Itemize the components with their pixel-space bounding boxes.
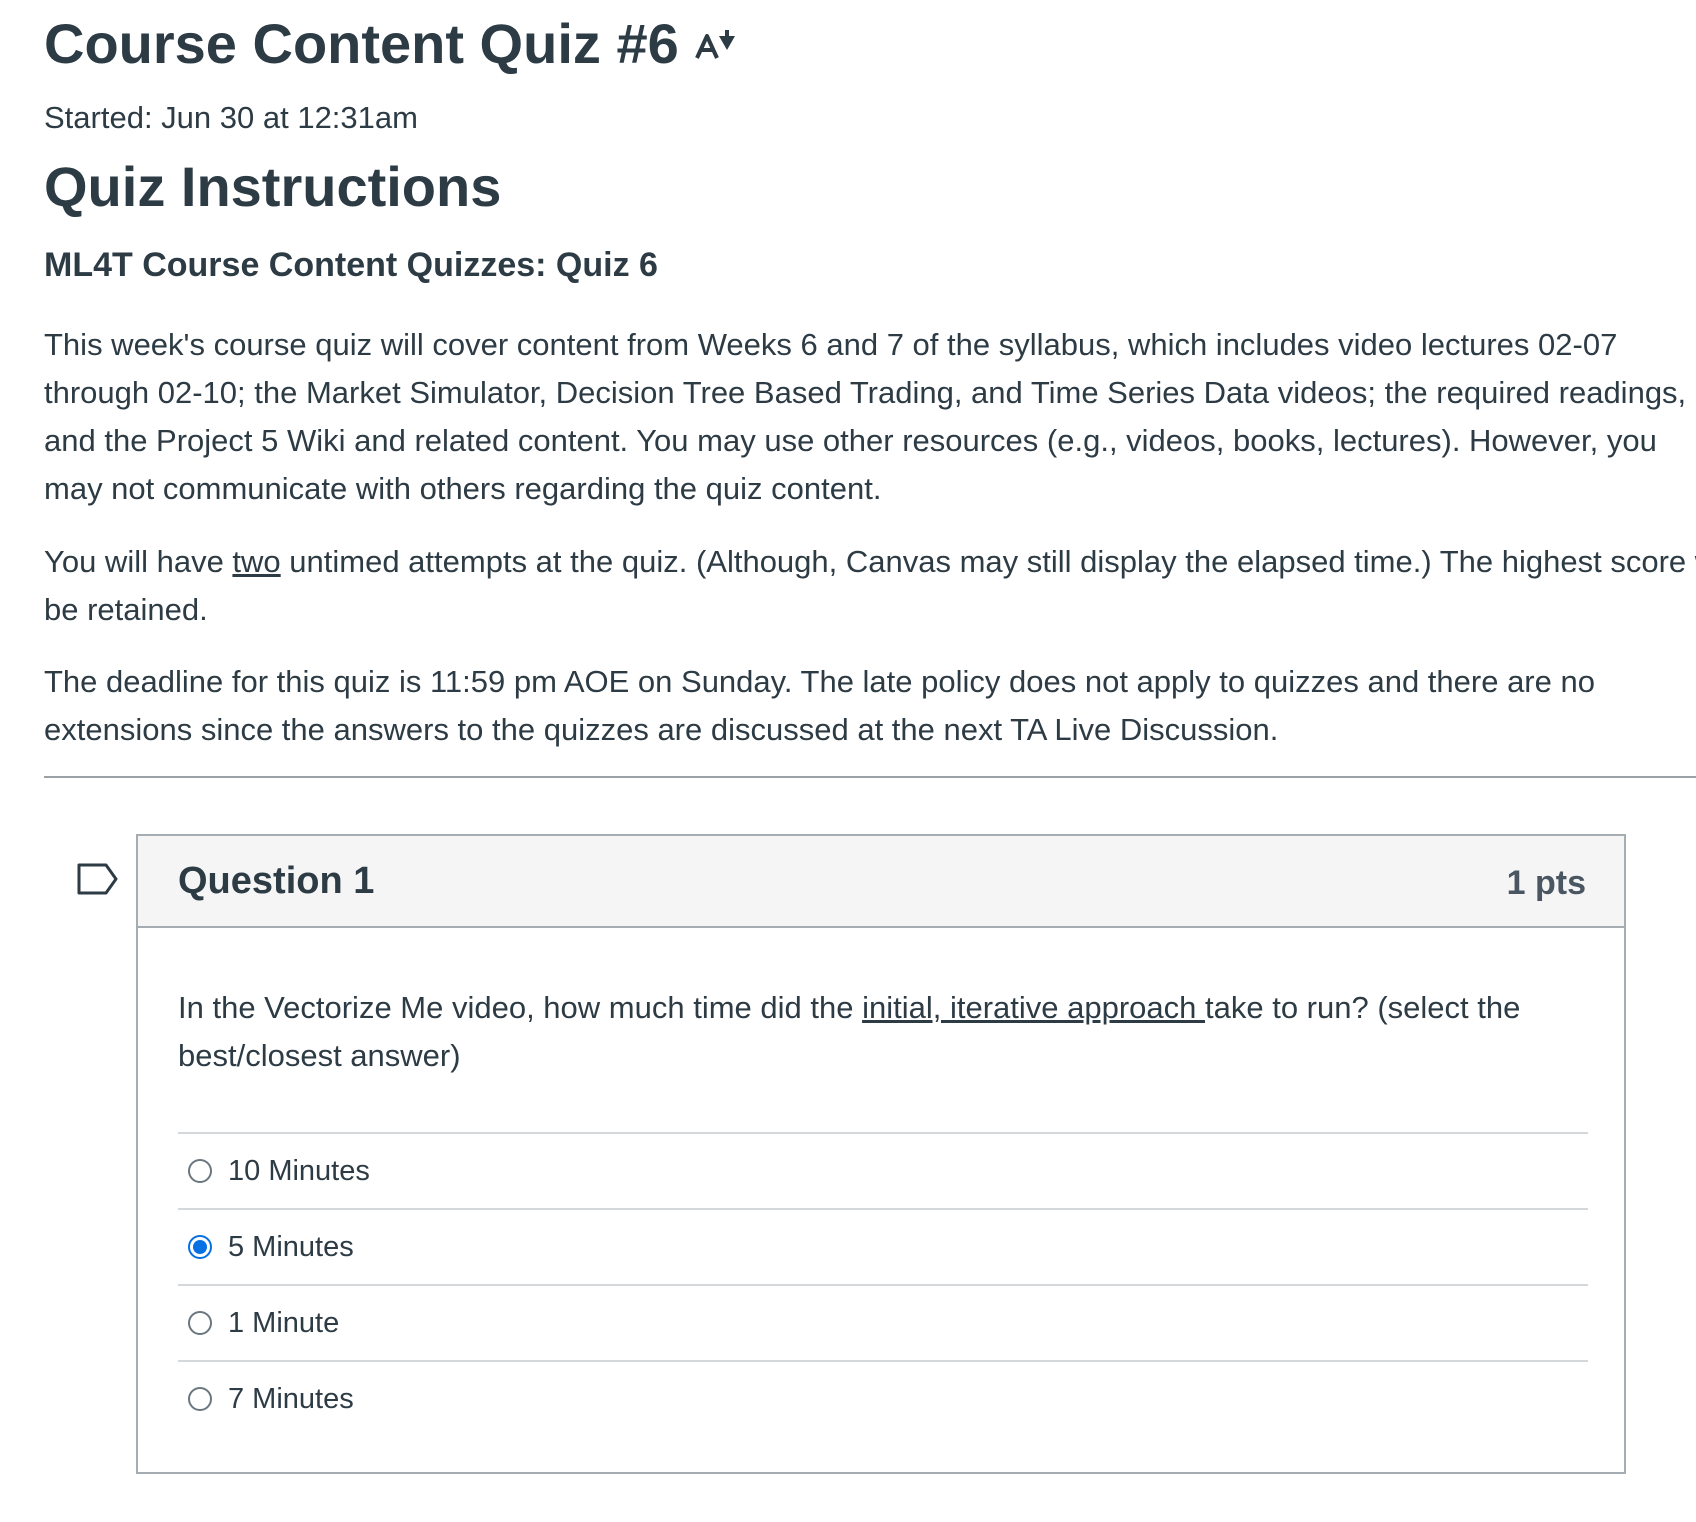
radio-button[interactable] <box>188 1311 212 1335</box>
title-row: Course Content Quiz #6 <box>44 6 739 82</box>
attempts-text-before: You will have <box>44 544 233 579</box>
flag-question-icon[interactable] <box>76 862 120 896</box>
question-points: 1 pts <box>1506 864 1586 902</box>
page-title: Course Content Quiz #6 <box>44 12 679 75</box>
section-divider <box>44 776 1696 778</box>
attempts-emphasis: two <box>232 544 281 579</box>
instructions-paragraph-coverage: This week's course quiz will cover conte… <box>44 327 1687 506</box>
answer-label: 5 Minutes <box>228 1230 354 1263</box>
question-text: In the Vectorize Me video, how much time… <box>178 984 1598 1080</box>
radio-button-selected[interactable] <box>188 1235 212 1259</box>
instructions-paragraph-attempts: You will have two untimed attempts at th… <box>44 538 1696 634</box>
answer-option[interactable]: 7 Minutes <box>178 1360 1588 1436</box>
instructions-subheading: ML4T Course Content Quizzes: Quiz 6 <box>44 246 658 284</box>
question-name: Question 1 <box>178 860 375 902</box>
instructions-paragraph-deadline: The deadline for this quiz is 11:59 pm A… <box>44 664 1595 747</box>
radio-button[interactable] <box>188 1159 212 1183</box>
question-text-emphasis: initial, iterative approach <box>862 990 1205 1025</box>
answer-label: 7 Minutes <box>228 1382 354 1415</box>
answer-option[interactable]: 5 Minutes <box>178 1208 1588 1284</box>
answer-label: 10 Minutes <box>228 1154 370 1187</box>
instructions-heading: Quiz Instructions <box>44 155 502 218</box>
answer-option[interactable]: 10 Minutes <box>178 1132 1588 1208</box>
attempts-text-after: untimed attempts at the quiz. (Although,… <box>44 544 1696 627</box>
started-timestamp: Started: Jun 30 at 12:31am <box>44 100 418 135</box>
immersive-reader-icon[interactable] <box>693 28 739 64</box>
answer-option[interactable]: 1 Minute <box>178 1284 1588 1360</box>
question-header: Question 1 1 pts <box>138 836 1624 928</box>
question-text-before: In the Vectorize Me video, how much time… <box>178 990 863 1025</box>
quiz-page: Course Content Quiz #6 Started: Jun 30 a… <box>0 0 1696 1522</box>
question-card: Question 1 1 pts In the Vectorize Me vid… <box>136 834 1626 1474</box>
answer-list: 10 Minutes 5 Minutes 1 Minute 7 Minutes <box>178 1132 1588 1436</box>
radio-button[interactable] <box>188 1387 212 1411</box>
answer-label: 1 Minute <box>228 1306 340 1339</box>
